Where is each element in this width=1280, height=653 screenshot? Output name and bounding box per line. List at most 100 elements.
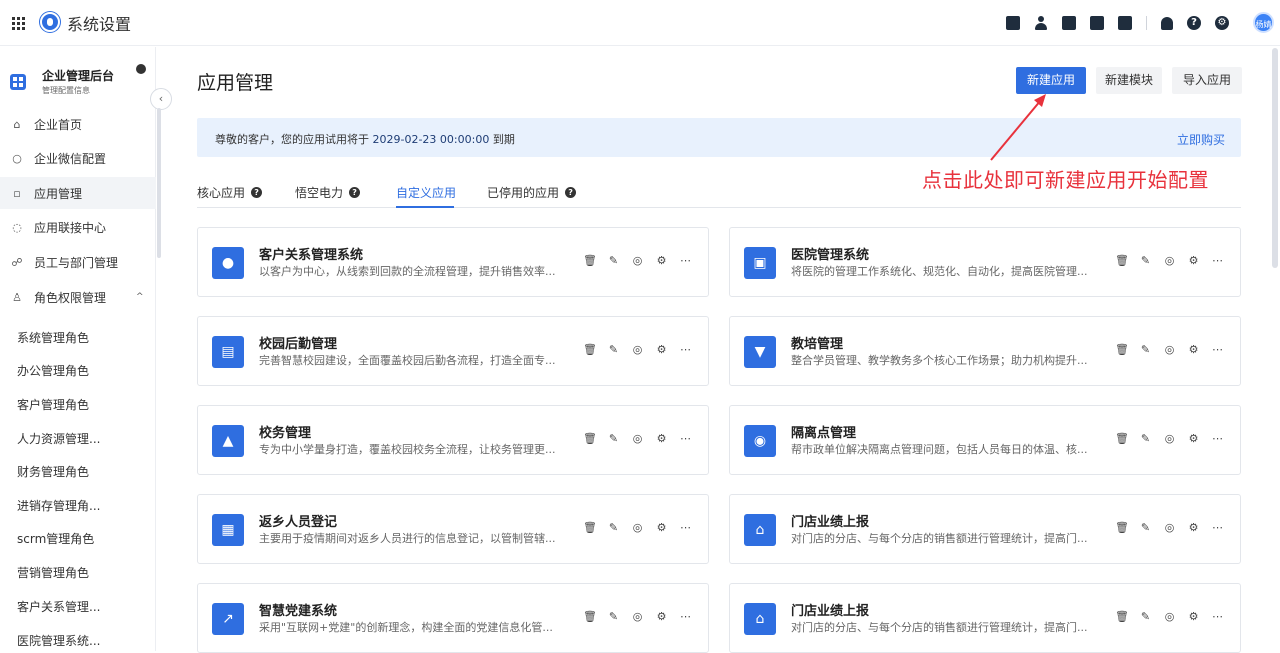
more-icon[interactable]: ⋯ — [679, 343, 692, 357]
shield-check-icon[interactable]: ◎ — [631, 343, 644, 357]
app-card[interactable]: ⌂ 门店业绩上报 对门店的分店、与每个分店的销售额进行管理统计，提高门... 🗑 ✎ ◎ ⚙… — [729, 494, 1241, 564]
shield-check-icon[interactable]: ◎ — [631, 254, 644, 268]
sidebar-item-roles[interactable]: ♙ 角色权限管理 ^ — [0, 281, 156, 313]
sidebar-scrollbar[interactable] — [157, 108, 161, 258]
shield-check-icon[interactable]: ◎ — [1163, 432, 1176, 446]
contacts-icon[interactable] — [1034, 16, 1048, 30]
more-icon[interactable]: ⋯ — [679, 610, 692, 624]
sidebar-role-item[interactable]: scrm管理角色 — [17, 530, 94, 547]
sidebar-role-item[interactable]: 系统管理角色 — [17, 329, 89, 346]
user-avatar[interactable]: 杨婧 — [1253, 12, 1274, 33]
edit-icon[interactable]: ✎ — [607, 521, 620, 535]
gear-icon[interactable]: ⚙ — [1187, 610, 1200, 624]
app-card[interactable]: ▣ 医院管理系统 将医院的管理工作系统化、规范化、自动化，提高医院管理... 🗑 ✎ ◎ ⚙… — [729, 227, 1241, 297]
more-icon[interactable]: ⋯ — [679, 432, 692, 446]
new-module-button[interactable]: 新建模块 — [1096, 67, 1162, 94]
tab-wukong-power[interactable]: 悟空电力? — [295, 184, 361, 201]
edit-icon[interactable]: ✎ — [1139, 432, 1152, 446]
trash-icon[interactable]: 🗑 — [583, 254, 597, 268]
app-card[interactable]: ▲ 校务管理 专为中小学量身打造，覆盖校园校务全流程，让校务管理更... 🗑 ✎ ◎ ⚙ ⋯ — [197, 405, 709, 475]
shield-check-icon[interactable]: ◎ — [631, 610, 644, 624]
gear-icon[interactable]: ⚙ — [655, 343, 668, 357]
trash-icon[interactable]: 🗑 — [583, 432, 597, 446]
edit-icon[interactable]: ✎ — [1139, 521, 1152, 535]
shield-check-icon[interactable]: ◎ — [1163, 521, 1176, 535]
phone-icon[interactable] — [1090, 16, 1104, 30]
sidebar-role-item[interactable]: 医院管理系统... — [17, 632, 100, 649]
shield-check-icon[interactable]: ◎ — [631, 432, 644, 446]
more-icon[interactable]: ⋯ — [1211, 610, 1224, 624]
sidebar-role-item[interactable]: 客户关系管理... — [17, 598, 100, 615]
gear-icon[interactable]: ⚙ — [1187, 343, 1200, 357]
sidebar-item-wechat[interactable]: ○ 企业微信配置 — [0, 142, 156, 174]
sidebar-role-item[interactable]: 进销存管理角... — [17, 497, 100, 514]
trash-icon[interactable]: 🗑 — [1115, 432, 1129, 446]
trash-icon[interactable]: 🗑 — [583, 610, 597, 624]
help-icon[interactable]: ? — [565, 187, 577, 198]
more-icon[interactable]: ⋯ — [679, 254, 692, 268]
app-card[interactable]: ▦ 返乡人员登记 主要用于疫情期间对返乡人员进行的信息登记，以管制管辖... 🗑 ✎ ◎ ⚙… — [197, 494, 709, 564]
edit-icon[interactable]: ✎ — [607, 254, 620, 268]
app-card[interactable]: ● 客户关系管理系统 以客户为中心，从线索到回款的全流程管理，提升销售效率... 🗑 ✎… — [197, 227, 709, 297]
trash-icon[interactable]: 🗑 — [1115, 610, 1129, 624]
shield-check-icon[interactable]: ◎ — [1163, 610, 1176, 624]
app-card[interactable]: ▤ 校园后勤管理 完善智慧校园建设，全面覆盖校园后勤各流程，打造全面专... 🗑 ✎ ◎ ⚙… — [197, 316, 709, 386]
more-icon[interactable]: ⋯ — [1211, 432, 1224, 446]
sidebar-item-home[interactable]: ⌂ 企业首页 — [0, 108, 156, 140]
sidebar-role-item[interactable]: 营销管理角色 — [17, 564, 89, 581]
tab-core-apps[interactable]: 核心应用? — [197, 184, 263, 201]
shield-check-icon[interactable]: ◎ — [1163, 254, 1176, 268]
gear-icon[interactable]: ⚙ — [655, 610, 668, 624]
document-icon[interactable] — [1062, 16, 1076, 30]
app-grid-icon[interactable] — [12, 17, 25, 30]
sidebar-collapse-button[interactable]: ‹ — [150, 88, 172, 110]
gear-icon[interactable]: ⚙ — [655, 254, 668, 268]
trash-icon[interactable]: 🗑 — [583, 521, 597, 535]
edit-icon[interactable]: ✎ — [1139, 343, 1152, 357]
page-scrollbar[interactable] — [1272, 48, 1278, 268]
sidebar-item-staff[interactable]: ☍ 员工与部门管理 — [0, 246, 156, 278]
corp-header[interactable]: 企业管理后台 管理配置信息 — [10, 66, 150, 106]
more-icon[interactable]: ⋯ — [1211, 254, 1224, 268]
app-card[interactable]: ⌂ 门店业绩上报 对门店的分店、与每个分店的销售额进行管理统计，提高门... 🗑 ✎ ◎ ⚙… — [729, 583, 1241, 653]
calendar-icon[interactable] — [1118, 16, 1132, 30]
gear-icon[interactable]: ⚙ — [1187, 254, 1200, 268]
more-icon[interactable]: ⋯ — [679, 521, 692, 535]
sidebar-role-item[interactable]: 办公管理角色 — [17, 362, 89, 379]
trash-icon[interactable]: 🗑 — [1115, 521, 1129, 535]
app-card[interactable]: ▼ 教培管理 整合学员管理、教学教务多个核心工作场景；助力机构提升... 🗑 ✎ ◎ ⚙ ⋯ — [729, 316, 1241, 386]
help-icon[interactable]: ? — [1187, 16, 1201, 30]
task-icon[interactable] — [1006, 16, 1020, 30]
app-card[interactable]: ◉ 隔离点管理 帮市政单位解决隔离点管理问题，包括人员每日的体温、核... 🗑 ✎ ◎ ⚙ ⋯ — [729, 405, 1241, 475]
trash-icon[interactable]: 🗑 — [1115, 254, 1129, 268]
more-icon[interactable]: ⋯ — [1211, 521, 1224, 535]
shield-check-icon[interactable]: ◎ — [1163, 343, 1176, 357]
bell-icon[interactable] — [1161, 16, 1173, 30]
help-icon[interactable]: ? — [349, 187, 361, 198]
gear-icon[interactable]: ⚙ — [655, 521, 668, 535]
shield-check-icon[interactable]: ◎ — [631, 521, 644, 535]
edit-icon[interactable]: ✎ — [607, 432, 620, 446]
gear-icon[interactable]: ⚙ — [1187, 521, 1200, 535]
trash-icon[interactable]: 🗑 — [1115, 343, 1129, 357]
gear-icon[interactable]: ⚙ — [1187, 432, 1200, 446]
edit-icon[interactable]: ✎ — [607, 610, 620, 624]
trash-icon[interactable]: 🗑 — [583, 343, 597, 357]
more-icon[interactable]: ⋯ — [1211, 343, 1224, 357]
sidebar-item-link-center[interactable]: ◌ 应用联接中心 — [0, 211, 156, 243]
tab-disabled-apps[interactable]: 已停用的应用? — [487, 184, 577, 201]
buy-now-link[interactable]: 立即购买 — [1177, 131, 1225, 148]
app-card[interactable]: ↗ 智慧党建系统 采用"互联网+党建"的创新理念，构建全面的党建信息化管... 🗑 ✎ ◎… — [197, 583, 709, 653]
help-icon[interactable]: ? — [251, 187, 263, 198]
sidebar-role-item[interactable]: 财务管理角色 — [17, 463, 89, 480]
gear-icon[interactable]: ⚙ — [655, 432, 668, 446]
gear-icon[interactable]: ⚙ — [1215, 16, 1229, 30]
sidebar-item-apps[interactable]: ▫ 应用管理 — [0, 177, 156, 209]
tab-custom-apps[interactable]: 自定义应用 — [396, 184, 456, 201]
import-app-button[interactable]: 导入应用 — [1172, 67, 1242, 94]
sidebar-role-item[interactable]: 客户管理角色 — [17, 396, 89, 413]
edit-icon[interactable]: ✎ — [1139, 610, 1152, 624]
edit-icon[interactable]: ✎ — [1139, 254, 1152, 268]
edit-icon[interactable]: ✎ — [607, 343, 620, 357]
corp-settings-icon[interactable] — [136, 64, 146, 74]
